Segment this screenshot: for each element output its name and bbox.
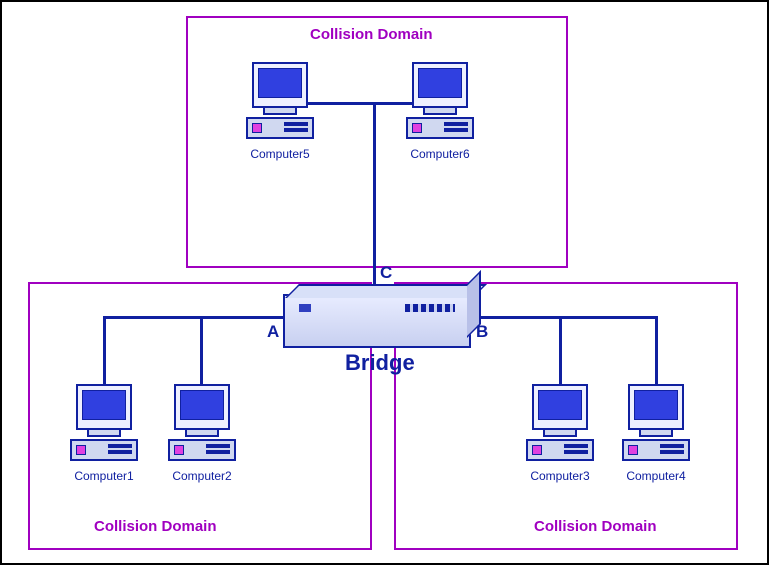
tower-icon <box>622 439 690 461</box>
computer-label: Computer6 <box>400 147 480 161</box>
computer-5: Computer5 <box>240 62 320 161</box>
tower-icon <box>70 439 138 461</box>
wire <box>373 102 376 294</box>
monitor-icon <box>628 384 684 430</box>
bridge-led-panel <box>405 304 455 312</box>
monitor-icon <box>252 62 308 108</box>
wire <box>559 316 562 384</box>
port-label-c: C <box>380 263 392 283</box>
bridge-port-indicator <box>299 304 311 312</box>
wire <box>470 316 658 319</box>
port-label-b: B <box>476 322 488 342</box>
bridge-device <box>283 294 471 348</box>
bridge-top-face <box>285 284 487 298</box>
port-label-a: A <box>267 322 279 342</box>
monitor-icon <box>532 384 588 430</box>
computer-6: Computer6 <box>400 62 480 161</box>
bridge-label: Bridge <box>345 350 415 376</box>
tower-icon <box>168 439 236 461</box>
computer-label: Computer5 <box>240 147 320 161</box>
computer-3: Computer3 <box>520 384 600 483</box>
tower-icon <box>246 117 314 139</box>
domain-title-right: Collision Domain <box>534 518 657 535</box>
domain-title-top: Collision Domain <box>310 26 433 43</box>
monitor-icon <box>412 62 468 108</box>
network-diagram: Collision Domain Collision Domain Collis… <box>0 0 769 565</box>
computer-4: Computer4 <box>616 384 696 483</box>
domain-title-left: Collision Domain <box>94 518 217 535</box>
computer-label: Computer4 <box>616 469 696 483</box>
tower-icon <box>526 439 594 461</box>
computer-label: Computer2 <box>162 469 242 483</box>
monitor-icon <box>76 384 132 430</box>
computer-1: Computer1 <box>64 384 144 483</box>
monitor-icon <box>174 384 230 430</box>
computer-2: Computer2 <box>162 384 242 483</box>
computer-label: Computer3 <box>520 469 600 483</box>
wire <box>655 316 658 384</box>
wire <box>103 316 283 319</box>
tower-icon <box>406 117 474 139</box>
computer-label: Computer1 <box>64 469 144 483</box>
wire <box>103 316 106 384</box>
wire <box>200 316 203 384</box>
